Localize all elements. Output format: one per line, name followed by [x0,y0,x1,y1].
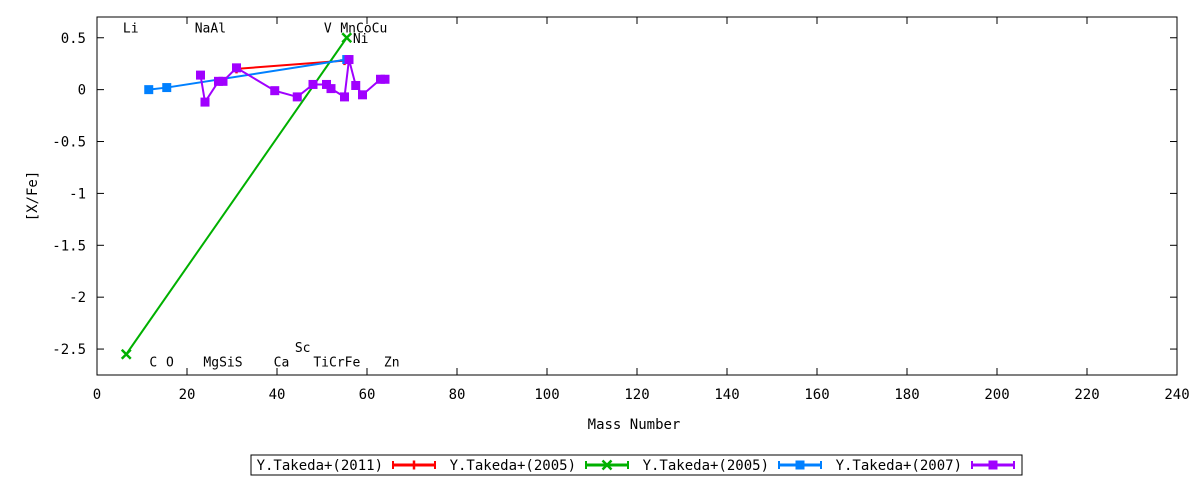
y-axis-label: [X/Fe] [25,171,41,222]
data-point [308,79,318,89]
element-label: C [149,356,157,371]
plot-frame [96,16,1178,376]
x-tick-label: 100 [534,387,559,403]
y-tick-label: -1.5 [52,238,86,254]
x-axis-label: Mass Number [588,417,681,433]
data-point [162,83,172,93]
data-point [200,97,210,107]
element-label: MgSiS [203,356,242,371]
legend-label: Y.Takeda+(2005) [643,458,769,474]
legend: Y.Takeda+(2011) Y.Takeda+(2005) Y.Takeda+(… [257,458,1015,474]
element-label: Ca [274,356,290,371]
x-tick-label: 140 [714,387,739,403]
data-point [340,92,349,102]
legend-label: Y.Takeda+(2005) [450,458,576,474]
x-tick-label: 180 [894,387,919,403]
y-tick-label: -1 [69,186,86,202]
data-point [196,70,205,80]
y-tick-label: -2 [69,290,86,306]
y-tick-label: 0.5 [61,31,86,47]
data-point [795,460,805,470]
element-label: Li [123,21,139,36]
element-label: Sc [295,341,311,356]
x-tick-label: 60 [359,387,376,403]
data-point [270,86,280,96]
element-label: NaAl [195,21,226,36]
x-tick-label: 80 [449,387,466,403]
x-tick-label: 160 [804,387,829,403]
series-4 [196,55,390,107]
data-point [351,80,361,90]
data-point [326,84,336,94]
x-tick-label: 200 [984,387,1009,403]
data-point [988,460,998,470]
axis-ticks [96,17,1178,375]
element-label: O [166,356,174,371]
element-label: Zn [384,356,400,371]
data-point [120,348,132,360]
data-point [232,63,241,73]
element-label: Ni [353,32,369,47]
data-point [358,90,367,100]
x-tick-label: 240 [1164,387,1189,403]
data-point [344,55,354,65]
x-tick-label: 120 [624,387,649,403]
data-point [380,74,390,84]
data-point [144,85,154,95]
element-label: TiCrFe [313,356,360,371]
x-tick-label: 0 [93,387,101,403]
data-point [218,76,228,86]
x-tick-label: 20 [179,387,196,403]
y-tick-label: -2.5 [52,342,86,358]
data-point [409,460,419,470]
series-layer [120,32,390,360]
y-tick-label: 0 [78,83,86,99]
data-point [292,92,302,102]
chart: 0 20 40 60 80 100 120 140 160 180 200 220 240 0.5 0 -0.… [25,16,1190,476]
x-tick-label: 40 [269,387,286,403]
legend-label: Y.Takeda+(2007) [836,458,962,474]
element-label: V [324,21,332,36]
y-tick-label: -0.5 [52,135,86,151]
legend-label: Y.Takeda+(2011) [257,458,383,474]
x-tick-label: 220 [1074,387,1099,403]
